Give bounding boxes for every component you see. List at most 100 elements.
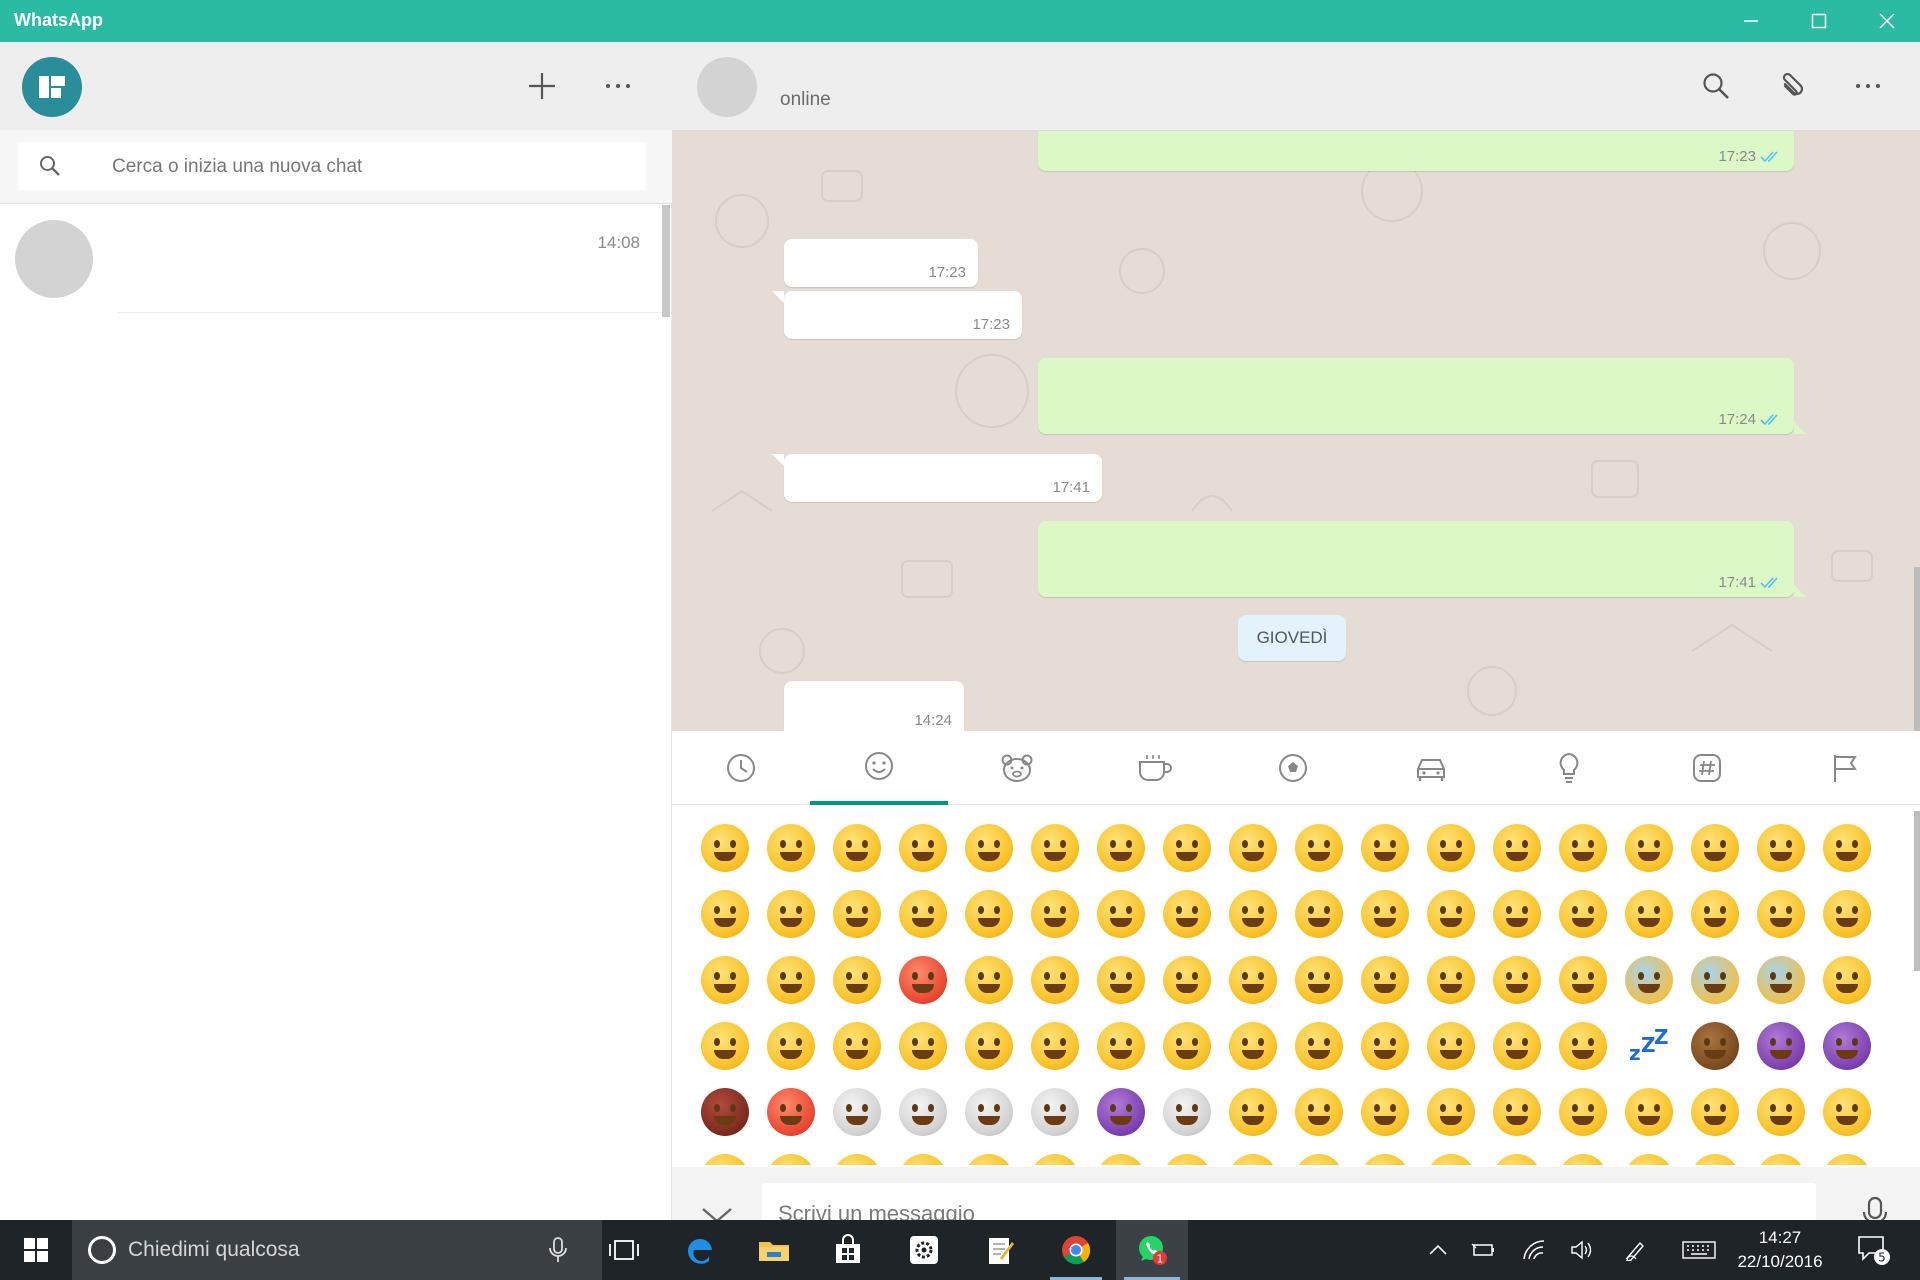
taskbar-store[interactable] — [814, 1220, 882, 1280]
emoji-smiley-cat[interactable] — [1220, 1079, 1286, 1145]
message-scrollbar[interactable] — [1914, 567, 1920, 731]
emoji-tab-smileys[interactable] — [810, 731, 948, 805]
emoji-blush[interactable] — [1352, 815, 1418, 881]
emoji-scream-cat[interactable] — [1616, 1079, 1682, 1145]
emoji-scrollbar[interactable] — [1914, 811, 1920, 971]
emoji-grimacing[interactable] — [758, 815, 824, 881]
emoji-smirk[interactable] — [1352, 881, 1418, 947]
taskbar-chrome[interactable] — [1042, 1220, 1110, 1280]
emoji-poop[interactable] — [1682, 1013, 1748, 1079]
emoji-space-invader[interactable] — [1088, 1079, 1154, 1145]
cortana-search-box[interactable]: Chiedimi qualcosa — [72, 1220, 602, 1280]
emoji-triumph[interactable] — [1484, 947, 1550, 1013]
emoji-frowning-open[interactable] — [692, 1013, 758, 1079]
tray-overflow-button[interactable] — [1418, 1220, 1458, 1280]
emoji-tab-objects[interactable] — [1500, 731, 1638, 805]
conversation-menu-button[interactable] — [1844, 62, 1892, 110]
emoji-kissing-smiling-eyes[interactable] — [758, 881, 824, 947]
tray-battery[interactable] — [1464, 1220, 1504, 1280]
maximize-button[interactable] — [1782, 0, 1856, 42]
emoji-slight-smile[interactable] — [1418, 815, 1484, 881]
emoji-hugging[interactable] — [1286, 881, 1352, 947]
emoji-smirk-cat[interactable] — [1484, 1079, 1550, 1145]
emoji-disappointed[interactable] — [692, 947, 758, 1013]
taskbar-app-gear[interactable] — [890, 1220, 958, 1280]
emoji-smiley[interactable] — [956, 815, 1022, 881]
action-center-button[interactable]: 5 — [1852, 1220, 1896, 1280]
emoji-confused[interactable] — [1022, 947, 1088, 1013]
emoji-point-up-2[interactable] — [1550, 1145, 1616, 1165]
start-button[interactable] — [0, 1220, 72, 1280]
tray-wifi[interactable] — [1514, 1220, 1554, 1280]
taskbar-clock[interactable]: 14:27 22/10/2016 — [1720, 1226, 1840, 1274]
emoji-neutral[interactable] — [1484, 881, 1550, 947]
emoji-heart-eyes[interactable] — [1748, 815, 1814, 881]
emoji-pensive[interactable] — [956, 947, 1022, 1013]
emoji-flushed[interactable] — [1814, 881, 1880, 947]
emoji-open-mouth[interactable] — [1550, 947, 1616, 1013]
emoji-confounded[interactable] — [1286, 947, 1352, 1013]
emoji-sob[interactable] — [1088, 1013, 1154, 1079]
emoji-upside-down[interactable] — [1484, 815, 1550, 881]
emoji-tab-food[interactable] — [1086, 731, 1224, 805]
emoji-tired[interactable] — [1352, 947, 1418, 1013]
tray-keyboard[interactable] — [1676, 1220, 1722, 1280]
message-bubble-incoming[interactable]: 17:41 — [772, 454, 1102, 502]
emoji-japanese-ogre[interactable] — [692, 1079, 758, 1145]
emoji-point-up[interactable] — [1484, 1145, 1550, 1165]
emoji-zzz[interactable]: zZZ — [1616, 1013, 1682, 1079]
emoji-robot[interactable] — [1154, 1079, 1220, 1145]
emoji-thumbsdown[interactable] — [890, 1145, 956, 1165]
close-button[interactable] — [1850, 0, 1920, 42]
emoji-stuck-out-tongue-closed[interactable] — [956, 881, 1022, 947]
emoji-expressionless[interactable] — [1550, 881, 1616, 947]
emoji-scream[interactable] — [1616, 947, 1682, 1013]
emoji-joy[interactable] — [890, 815, 956, 881]
emoji-smile-cat[interactable] — [1286, 1079, 1352, 1145]
emoji-frowning[interactable] — [1154, 947, 1220, 1013]
task-view-button[interactable] — [590, 1220, 658, 1280]
emoji-raised-hands[interactable] — [1814, 1079, 1880, 1145]
emoji-pray[interactable] — [1418, 1145, 1484, 1165]
emoji-japanese-goblin[interactable] — [758, 1079, 824, 1145]
message-area[interactable]: 17:23 17:23 17:23 17:24 17:41 17:41 GIOV… — [672, 131, 1920, 731]
emoji-crying-cat[interactable] — [1682, 1079, 1748, 1145]
emoji-tab-recent[interactable] — [672, 731, 810, 805]
emoji-point-down[interactable] — [1616, 1145, 1682, 1165]
emoji-rolling-eyes[interactable] — [1682, 881, 1748, 947]
emoji-thinking[interactable] — [1748, 881, 1814, 947]
emoji-cold-sweat[interactable] — [1748, 947, 1814, 1013]
emoji-zipper-mouth[interactable] — [1286, 1013, 1352, 1079]
taskbar-notepad[interactable] — [966, 1220, 1034, 1280]
emoji-v[interactable] — [1088, 1145, 1154, 1165]
emoji-point-left[interactable] — [1682, 1145, 1748, 1165]
message-bubble-incoming[interactable]: 17:23 — [772, 291, 1022, 339]
emoji-middle-finger[interactable] — [1814, 1145, 1880, 1165]
emoji-raised-hand[interactable] — [1220, 1145, 1286, 1165]
emoji-skull[interactable] — [890, 1079, 956, 1145]
emoji-tab-animals[interactable] — [948, 731, 1086, 805]
emoji-wink[interactable] — [1286, 815, 1352, 881]
emoji-sleeping[interactable] — [1550, 1013, 1616, 1079]
emoji-angry[interactable] — [824, 947, 890, 1013]
emoji-point-right[interactable] — [1748, 1145, 1814, 1165]
emoji-fearful[interactable] — [1682, 947, 1748, 1013]
emoji-pouting-cat[interactable] — [1748, 1079, 1814, 1145]
taskbar-whatsapp[interactable]: 1 — [1116, 1220, 1188, 1280]
emoji-grin[interactable] — [824, 815, 890, 881]
emoji-sweat[interactable] — [1022, 1013, 1088, 1079]
emoji-worried[interactable] — [758, 947, 824, 1013]
emoji-muscle[interactable] — [1352, 1145, 1418, 1165]
new-chat-button[interactable] — [518, 62, 566, 110]
minimize-button[interactable] — [1714, 0, 1788, 42]
taskbar-edge[interactable] — [666, 1220, 734, 1280]
emoji-hushed[interactable] — [1814, 947, 1880, 1013]
emoji-relieved[interactable] — [1682, 815, 1748, 881]
emoji-sweat-smile[interactable] — [1088, 815, 1154, 881]
message-bubble-outgoing[interactable]: 17:23 — [1038, 131, 1794, 171]
message-bubble-outgoing[interactable]: 17:24 — [1038, 358, 1806, 434]
emoji-open-hands[interactable] — [1286, 1145, 1352, 1165]
emoji-sunglasses[interactable] — [1220, 881, 1286, 947]
emoji-laughing[interactable] — [1154, 815, 1220, 881]
emoji-mask[interactable] — [1352, 1013, 1418, 1079]
